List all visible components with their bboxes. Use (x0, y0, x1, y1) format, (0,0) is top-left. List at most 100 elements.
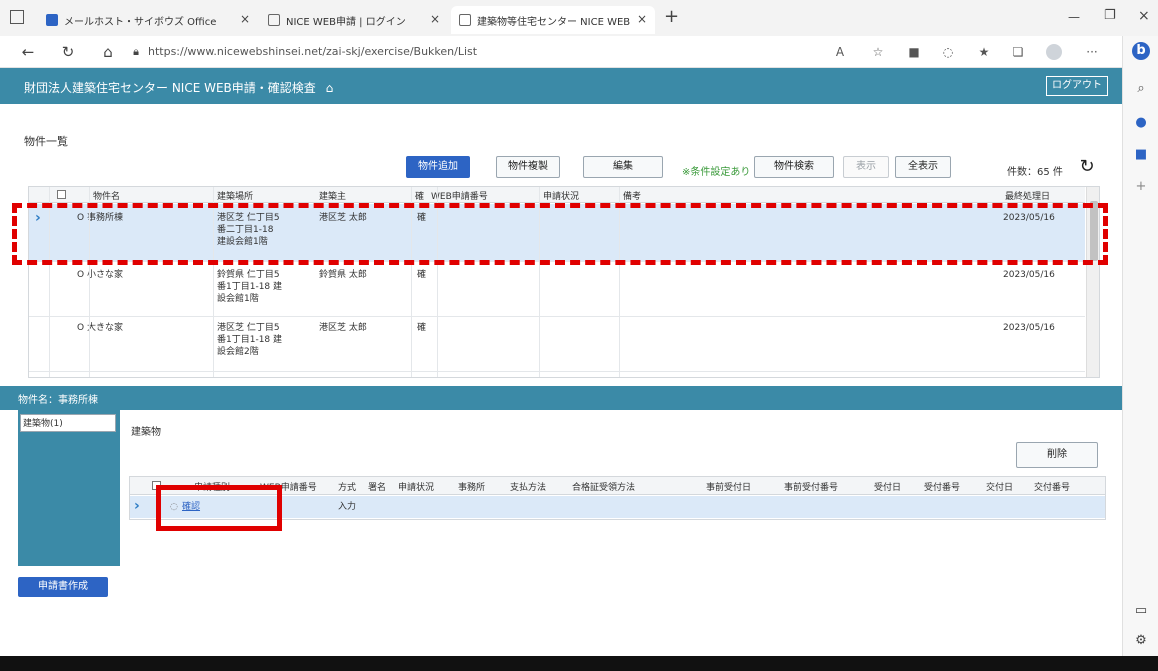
building-tree-item[interactable]: 建築物(1) (20, 414, 116, 432)
column-header[interactable]: 受付日 (874, 480, 901, 493)
lock-icon[interactable]: 🔒︎ (126, 42, 146, 62)
last-date: 2023/05/16 (1003, 213, 1055, 223)
type: 確 (417, 270, 427, 280)
delete-button[interactable]: 削除 (1016, 442, 1098, 468)
column-header[interactable]: 交付日 (986, 480, 1013, 493)
add-favorite-icon[interactable]: ☆ (870, 44, 886, 60)
column-header[interactable]: 支払方法 (510, 480, 546, 493)
restore-icon[interactable]: ❐ (1104, 8, 1116, 23)
profile-avatar[interactable] (1046, 44, 1062, 60)
column-header[interactable]: 備考 (623, 189, 641, 202)
column-header[interactable]: 最終処理日 (1005, 189, 1050, 202)
column-header[interactable]: 建築場所 (217, 189, 253, 202)
column-header[interactable]: 建築主 (319, 189, 346, 202)
record-count: 件数：65 件 (1007, 167, 1063, 178)
close-icon[interactable]: × (637, 12, 647, 26)
collections-icon[interactable]: ❏ (1010, 44, 1026, 60)
column-header[interactable]: 交付番号 (1034, 480, 1070, 493)
last-date: 2023/05/16 (1003, 270, 1055, 280)
table-row[interactable]: › ◌ 確認 入力 (130, 496, 1105, 518)
edge-sidebar: b ⌕ ● ■ + ▭ ⚙ (1122, 36, 1158, 656)
column-header[interactable]: 申請状況 (398, 480, 434, 493)
column-header[interactable]: 合格証受領方法 (572, 480, 635, 493)
column-header[interactable]: 申請状況 (543, 189, 579, 202)
radio-icon[interactable]: ◌ (170, 501, 178, 513)
settings-gear-icon[interactable]: ⚙ (1132, 632, 1150, 650)
detail-title: 物件名：事務所棟 (18, 395, 98, 406)
table-row[interactable]: O 大きな家 港区芝 仁丁目5番1丁目1-18 建設会館2階 港区芝 太郎 確 … (29, 318, 1085, 372)
column-header[interactable]: 事前受付日 (706, 480, 751, 493)
read-aloud-icon[interactable]: A (832, 44, 848, 60)
logout-button[interactable]: ログアウト (1046, 76, 1108, 96)
outlook-icon[interactable]: ■ (1132, 146, 1150, 164)
column-header[interactable]: 確 (415, 189, 424, 202)
column-header[interactable]: 事前受付番号 (784, 480, 838, 493)
back-icon[interactable]: ← (18, 42, 38, 62)
shopping-icon[interactable]: ● (1132, 114, 1150, 132)
edit-button[interactable]: 編集 (583, 156, 663, 178)
column-header[interactable]: 受付番号 (924, 480, 960, 493)
property-name[interactable]: O 小さな家 (77, 269, 123, 281)
table-row[interactable]: O 小さな家 鈴賀県 仁丁目5番1丁目1-18 建設会館1階 鈴賀県 太郎 確 … (29, 263, 1085, 317)
browser-tab-3-active[interactable]: 建築物等住宅センター NICE WEB × (451, 6, 655, 34)
more-menu-icon[interactable]: ··· (1084, 44, 1100, 60)
property-name[interactable]: O 事務所棟 (77, 212, 123, 224)
browser-tab-2[interactable]: NICE WEB申請 | ログイン × (260, 6, 448, 34)
type: 確 (417, 323, 427, 333)
type: 確 (417, 213, 427, 223)
show-button[interactable]: 表示 (843, 156, 889, 178)
show-all-button[interactable]: 全表示 (895, 156, 951, 178)
property-table: 物件名 建築場所 建築主 確 WEB申請番号 申請状況 備考 最終処理日 › O… (28, 186, 1100, 378)
column-header[interactable]: 事務所 (458, 480, 485, 493)
window-close-icon[interactable]: × (1138, 8, 1150, 24)
close-icon[interactable]: × (430, 12, 440, 26)
favorites-icon[interactable]: ★ (976, 44, 992, 60)
table-scrollbar[interactable] (1086, 187, 1099, 377)
owner: 鈴賀県 太郎 (319, 270, 367, 280)
column-header[interactable]: WEB申請番号 (431, 189, 488, 202)
location: 港区芝 仁丁目5番1丁目1-18 建設会館2階 (217, 323, 283, 357)
refresh-tab-icon[interactable]: ◌ (940, 44, 956, 60)
detail-header-bar: 物件名：事務所棟 (0, 386, 1122, 410)
column-header[interactable]: 申請種別 (194, 480, 230, 493)
owner: 港区芝 太郎 (319, 323, 367, 333)
refresh-icon[interactable]: ↻ (1076, 156, 1098, 178)
reload-icon[interactable]: ↻ (58, 42, 78, 62)
column-header[interactable]: 方式 (338, 480, 356, 493)
app-title: 財団法人建築住宅センター NICE WEB申請・確認検査 ⌂ (24, 79, 333, 96)
extensions-icon[interactable]: ■ (906, 44, 922, 60)
property-name[interactable]: O 大きな家 (77, 322, 123, 334)
home-icon[interactable]: ⌂ (98, 42, 118, 62)
close-icon[interactable]: × (240, 12, 250, 26)
browser-tab-bar: メールホスト・サイボウズ Office × NICE WEB申請 | ログイン … (0, 0, 1158, 36)
column-header[interactable]: 物件名 (93, 189, 120, 202)
search-icon[interactable]: ⌕ (1132, 80, 1150, 98)
new-tab-button[interactable]: + (664, 6, 679, 27)
copy-property-button[interactable]: 物件複製 (496, 156, 560, 178)
column-header[interactable]: 署名 (368, 480, 386, 493)
bing-icon[interactable]: b (1132, 42, 1150, 60)
owner: 港区芝 太郎 (319, 213, 367, 223)
grid-line (89, 187, 90, 377)
column-header[interactable]: WEB申請番号 (260, 480, 317, 493)
table-row[interactable]: › O 事務所棟 港区芝 仁丁目5番二丁目1-18 建設会館1階 港区芝 太郎 … (29, 204, 1085, 262)
scrollbar-thumb[interactable] (1090, 201, 1098, 261)
add-sidebar-icon[interactable]: + (1132, 178, 1150, 196)
page-title: 物件一覧 (24, 135, 68, 148)
select-all-checkbox[interactable] (57, 190, 66, 199)
select-all-checkbox[interactable] (152, 481, 161, 490)
window-menu-icon[interactable] (10, 10, 24, 24)
sidebar-panel-icon[interactable]: ▭ (1132, 602, 1150, 620)
grid-line (539, 187, 540, 377)
location: 鈴賀県 仁丁目5番1丁目1-18 建設会館1階 (217, 270, 283, 304)
browser-tab-1[interactable]: メールホスト・サイボウズ Office × (38, 6, 258, 34)
create-application-button[interactable]: 申請書作成 (18, 577, 108, 597)
application-kind-link[interactable]: 確認 (182, 501, 200, 513)
search-property-button[interactable]: 物件検索 (754, 156, 834, 178)
filter-note: ※条件設定あり (682, 167, 751, 178)
add-property-button[interactable]: 物件追加 (406, 156, 470, 178)
section-label: 建築物 (131, 427, 161, 438)
home-icon[interactable]: ⌂ (326, 81, 334, 95)
url-field[interactable]: https://www.nicewebshinsei.net/zai-skj/e… (148, 45, 477, 58)
minimize-icon[interactable]: — (1068, 10, 1080, 24)
